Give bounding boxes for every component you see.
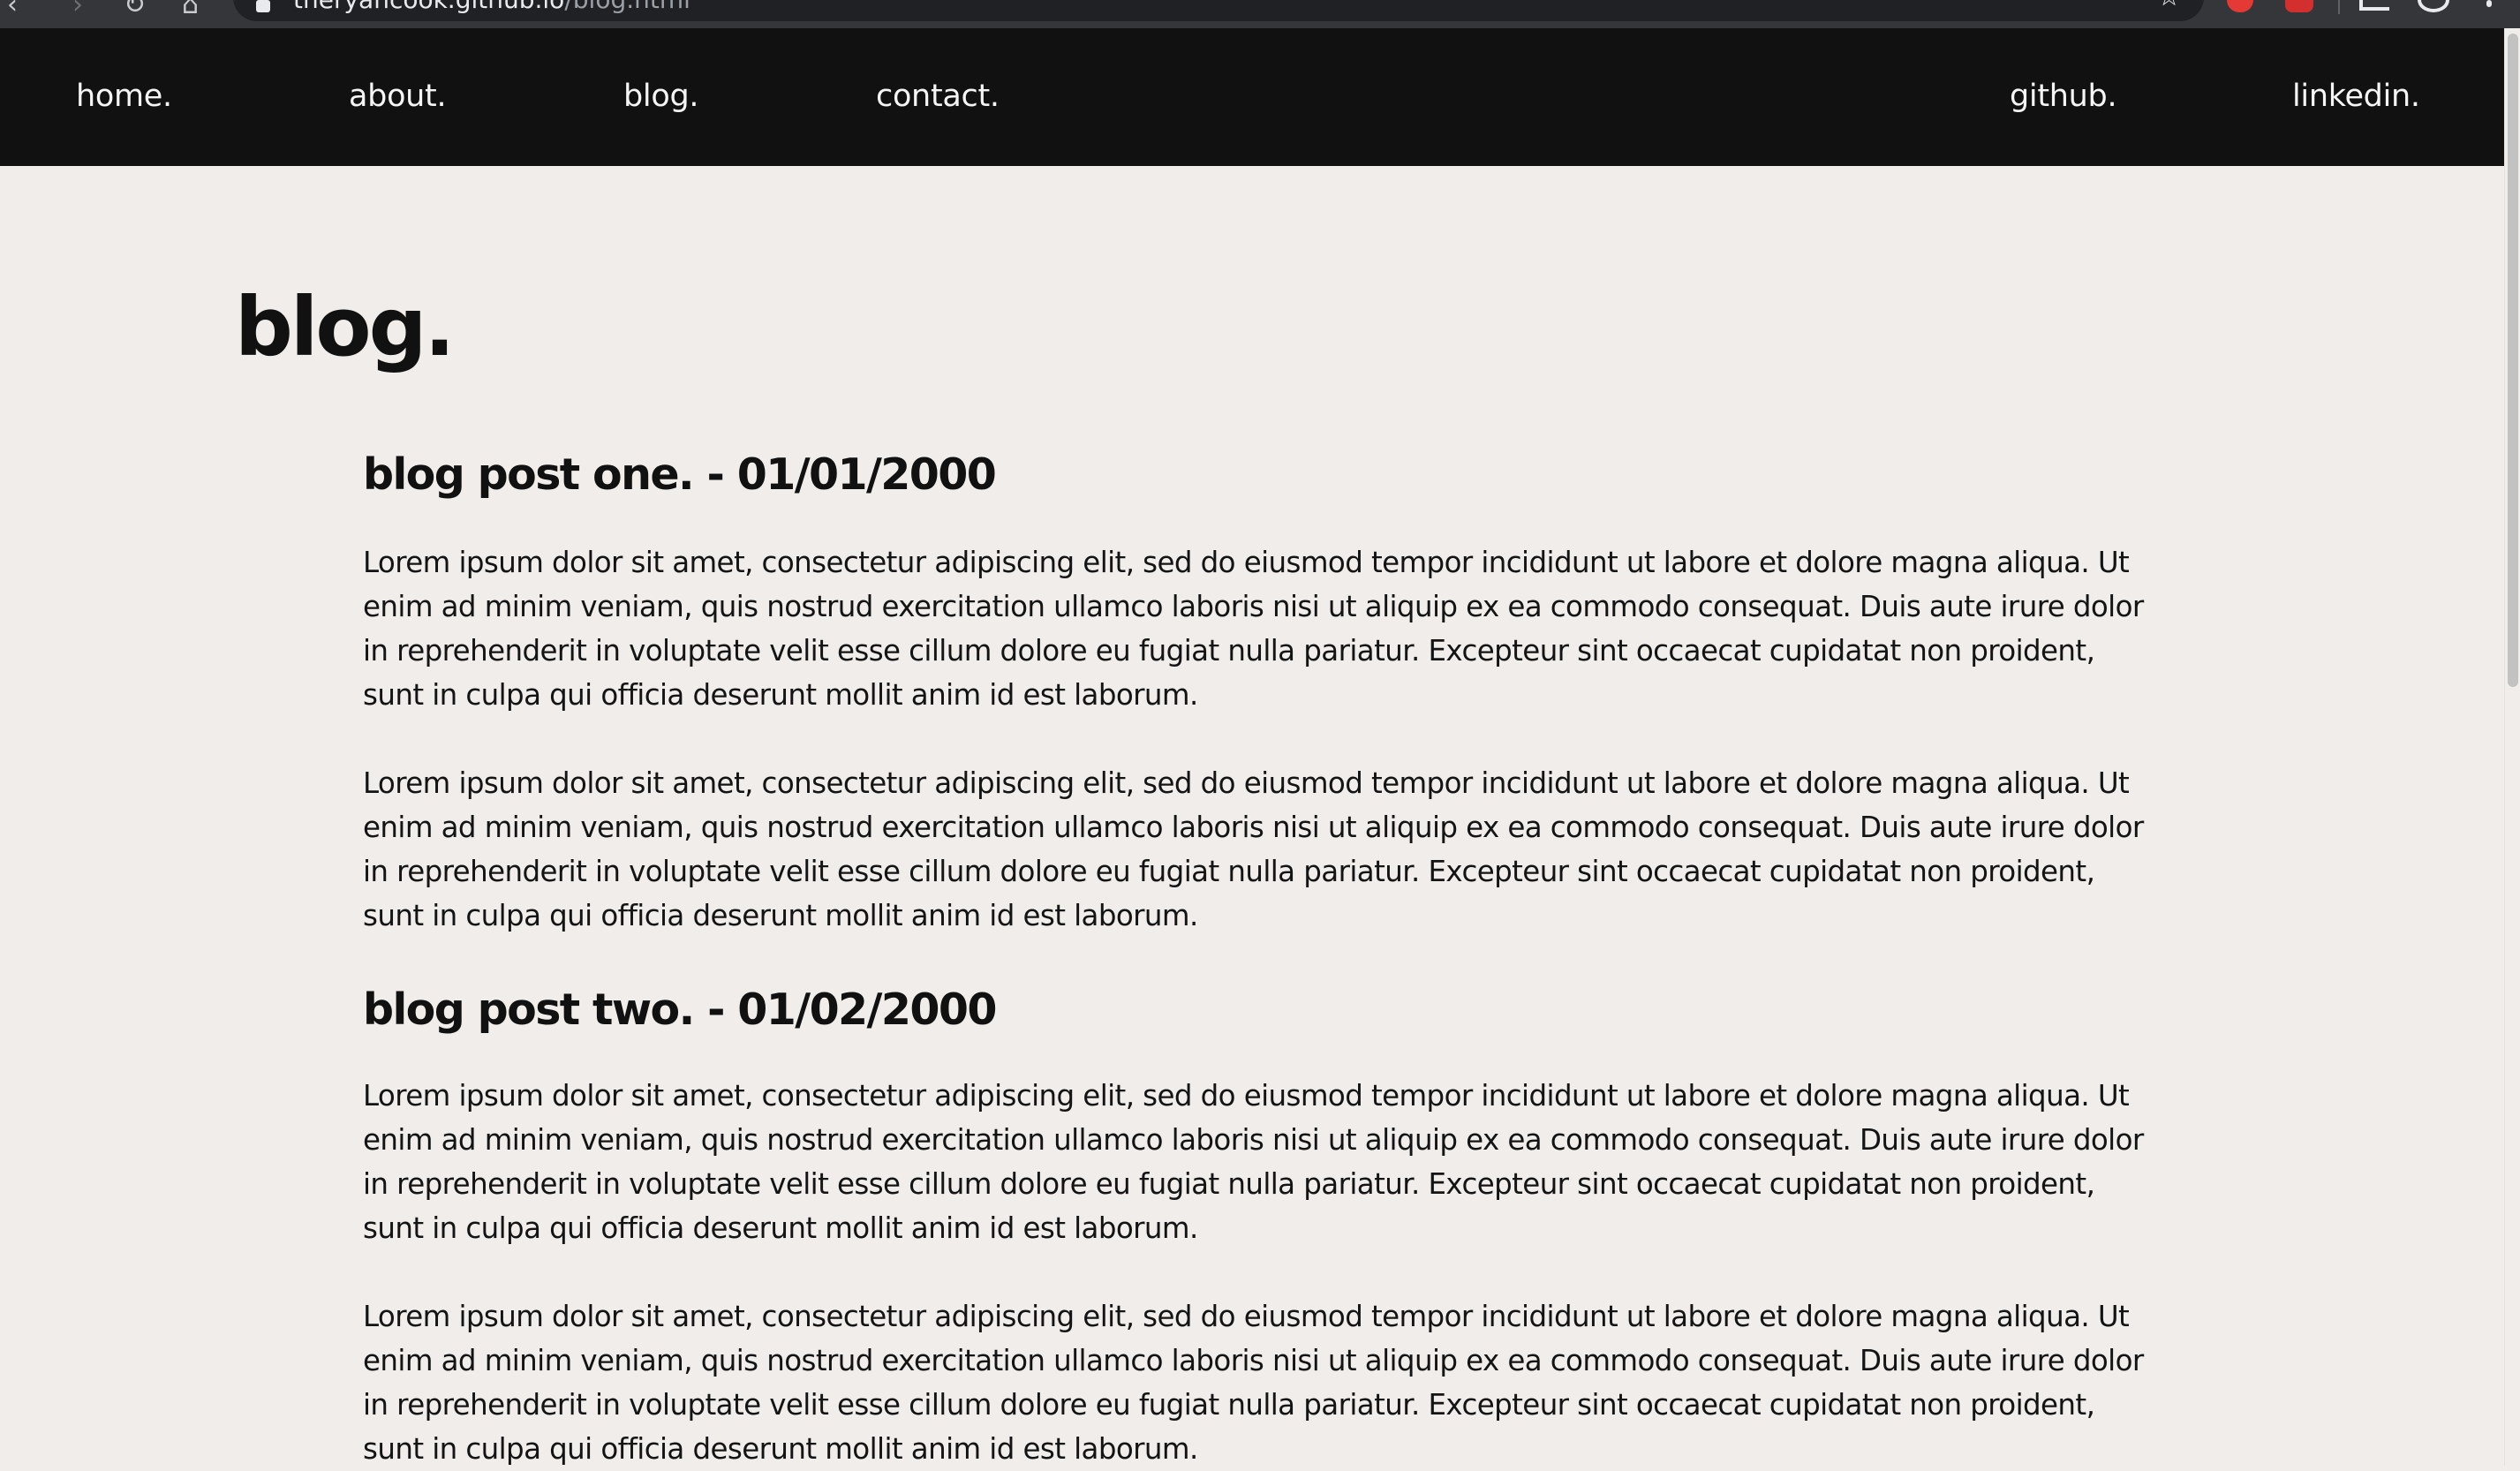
reload-icon[interactable]: ↻: [124, 0, 146, 19]
profile-icon[interactable]: [2418, 0, 2449, 12]
post-heading: blog post one. - 01/01/2000: [363, 449, 997, 500]
browser-toolbar: ‹ › ↻ ⌂ theryancook.github.io/blog.html …: [0, 0, 2520, 28]
post-paragraph: Lorem ipsum dolor sit amet, consectetur …: [363, 766, 2144, 932]
page-scrollbar[interactable]: [2504, 28, 2520, 1466]
menu-icon[interactable]: [2486, 0, 2492, 7]
nav-link-contact[interactable]: contact.: [876, 78, 1000, 115]
url-text[interactable]: theryancook.github.io/blog.html: [293, 0, 690, 12]
post-heading: blog post two. - 01/02/2000: [363, 984, 997, 1035]
nav-link-linkedin[interactable]: linkedin.: [2292, 78, 2420, 115]
forward-icon[interactable]: ›: [72, 0, 83, 19]
site-navbar: home. about. blog. contact. github. link…: [0, 28, 2504, 166]
extension-icon[interactable]: [2227, 0, 2253, 12]
home-icon[interactable]: ⌂: [182, 0, 199, 19]
post-paragraph: Lorem ipsum dolor sit amet, consectetur …: [363, 546, 2144, 712]
back-icon[interactable]: ‹: [7, 0, 18, 19]
address-bar[interactable]: theryancook.github.io/blog.html ☆: [233, 0, 2204, 21]
post-paragraph: Lorem ipsum dolor sit amet, consectetur …: [363, 1300, 2144, 1466]
bookmark-star-icon[interactable]: ☆: [2157, 0, 2181, 11]
page-title: blog.: [235, 280, 455, 374]
nav-link-blog[interactable]: blog.: [623, 78, 699, 115]
lock-icon[interactable]: [256, 0, 270, 12]
url-host: theryancook.github.io: [293, 0, 564, 14]
toolbar-divider: [2338, 0, 2340, 14]
url-path: /blog.html: [564, 0, 690, 14]
nav-link-about[interactable]: about.: [349, 78, 447, 115]
post-paragraph: Lorem ipsum dolor sit amet, consectetur …: [363, 1079, 2144, 1245]
nav-link-home[interactable]: home.: [76, 78, 172, 115]
media-icon[interactable]: [2359, 0, 2389, 11]
nav-link-github[interactable]: github.: [2010, 78, 2117, 115]
extension-icon[interactable]: [2285, 0, 2313, 12]
scrollbar-thumb[interactable]: [2508, 34, 2518, 687]
